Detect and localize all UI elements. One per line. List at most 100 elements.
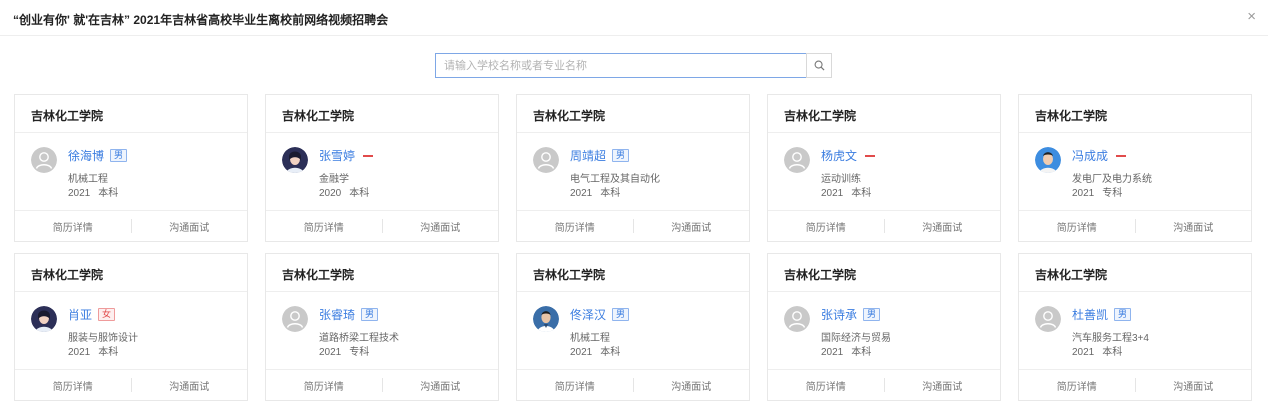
- degree: 专科: [1102, 188, 1123, 199]
- name-row: 周靖超 男: [570, 147, 630, 164]
- card-actions: 简历详情 沟通面试: [1019, 370, 1251, 400]
- name-row: 杜善凯 男: [1072, 306, 1132, 323]
- candidate-major: 服装与服饰设计: [68, 333, 138, 344]
- interview-button[interactable]: 沟通面试: [633, 378, 749, 393]
- candidate-year-degree: 2021 本科: [68, 184, 118, 199]
- degree: 本科: [98, 188, 119, 199]
- candidate-year-degree: 2021 专科: [319, 343, 369, 358]
- avatar: [282, 306, 308, 332]
- candidate-card: 吉林化工学院 杨虎文 运动训练 2021 本科 简历详情 沟通面试: [767, 94, 1001, 242]
- candidate-name-link[interactable]: 佟泽汉: [570, 306, 606, 323]
- graduation-year: 2020: [319, 188, 342, 199]
- candidate-year-degree: 2021 本科: [821, 343, 871, 358]
- name-row: 张雪婷: [319, 147, 374, 164]
- candidate-name-link[interactable]: 杨虎文: [821, 147, 857, 164]
- interview-button[interactable]: 沟通面试: [884, 219, 1000, 234]
- degree: 本科: [851, 188, 872, 199]
- name-row: 张诗承 男: [821, 306, 881, 323]
- card-actions: 简历详情 沟通面试: [517, 370, 749, 400]
- degree: 本科: [851, 347, 872, 358]
- candidate-year-degree: 2021 专科: [1072, 184, 1122, 199]
- interview-button[interactable]: 沟通面试: [633, 219, 749, 234]
- school-name: 吉林化工学院: [768, 95, 1000, 133]
- interview-button[interactable]: 沟通面试: [884, 378, 1000, 393]
- interview-button[interactable]: 沟通面试: [382, 378, 498, 393]
- candidate-year-degree: 2021 本科: [821, 184, 871, 199]
- gender-badge: 男: [361, 308, 379, 321]
- candidate-name-link[interactable]: 张雪婷: [319, 147, 355, 164]
- degree: 本科: [1102, 347, 1123, 358]
- school-name: 吉林化工学院: [1019, 254, 1251, 292]
- avatar: [1035, 147, 1061, 173]
- resume-detail-button[interactable]: 简历详情: [266, 378, 382, 393]
- candidate-major: 国际经济与贸易: [821, 333, 891, 344]
- candidate-card: 吉林化工学院 杜善凯 男 汽车服务工程3+4 2021 本科 简历详情 沟通面试: [1018, 253, 1252, 401]
- interview-button[interactable]: 沟通面试: [1135, 219, 1251, 234]
- candidate-card: 吉林化工学院 张雪婷 金融学 2020 本科 简历详情 沟通面试: [265, 94, 499, 242]
- search-icon: [814, 60, 825, 71]
- graduation-year: 2021: [68, 188, 91, 199]
- avatar: [31, 147, 57, 173]
- candidate-name-link[interactable]: 杜善凯: [1072, 306, 1108, 323]
- avatar: [784, 147, 810, 173]
- candidate-name-link[interactable]: 徐海博: [68, 147, 104, 164]
- search-input[interactable]: [435, 53, 806, 78]
- dialog-header: “创业有你' 就'在吉林” 2021年吉林省高校毕业生离校前网络视频招聘会 ×: [0, 0, 1268, 36]
- candidate-year-degree: 2020 本科: [319, 184, 369, 199]
- graduation-year: 2021: [1072, 188, 1095, 199]
- resume-detail-button[interactable]: 简历详情: [15, 378, 131, 393]
- candidate-info: 周靖超 男 电气工程及其自动化 2021 本科: [517, 133, 749, 211]
- interview-button[interactable]: 沟通面试: [131, 378, 247, 393]
- candidate-card: 吉林化工学院 徐海博 男 机械工程 2021 本科 简历详情 沟通面试: [14, 94, 248, 242]
- graduation-year: 2021: [821, 188, 844, 199]
- interview-button[interactable]: 沟通面试: [382, 219, 498, 234]
- candidate-card: 吉林化工学院 肖亚 女 服装与服饰设计 2021 本科 简历详情 沟通面试: [14, 253, 248, 401]
- name-row: 肖亚 女: [68, 306, 116, 323]
- avatar: [784, 306, 810, 332]
- candidate-name-link[interactable]: 张诗承: [821, 306, 857, 323]
- resume-detail-button[interactable]: 简历详情: [1019, 219, 1135, 234]
- card-actions: 简历详情 沟通面试: [768, 370, 1000, 400]
- school-name: 吉林化工学院: [15, 254, 247, 292]
- school-name: 吉林化工学院: [266, 254, 498, 292]
- card-actions: 简历详情 沟通面试: [15, 211, 247, 241]
- resume-detail-button[interactable]: 简历详情: [266, 219, 382, 234]
- candidate-info: 杜善凯 男 汽车服务工程3+4 2021 本科: [1019, 292, 1251, 370]
- gender-badge: 女: [98, 308, 116, 321]
- resume-detail-button[interactable]: 简历详情: [1019, 378, 1135, 393]
- candidate-name-link[interactable]: 张睿琦: [319, 306, 355, 323]
- candidate-card: 吉林化工学院 张睿琦 男 道路桥梁工程技术 2021 专科 简历详情 沟通面试: [265, 253, 499, 401]
- name-row: 徐海博 男: [68, 147, 128, 164]
- resume-detail-button[interactable]: 简历详情: [517, 219, 633, 234]
- interview-button[interactable]: 沟通面试: [1135, 378, 1251, 393]
- candidate-card: 吉林化工学院 张诗承 男 国际经济与贸易 2021 本科 简历详情 沟通面试: [767, 253, 1001, 401]
- card-actions: 简历详情 沟通面试: [266, 370, 498, 400]
- school-name: 吉林化工学院: [517, 95, 749, 133]
- interview-button[interactable]: 沟通面试: [131, 219, 247, 234]
- search-button[interactable]: [806, 53, 832, 78]
- graduation-year: 2021: [570, 188, 593, 199]
- resume-detail-button[interactable]: 简历详情: [15, 219, 131, 234]
- candidate-name-link[interactable]: 周靖超: [570, 147, 606, 164]
- gender-badge: 男: [612, 308, 630, 321]
- resume-detail-button[interactable]: 简历详情: [768, 378, 884, 393]
- candidate-year-degree: 2021 本科: [570, 343, 620, 358]
- school-name: 吉林化工学院: [15, 95, 247, 133]
- candidate-info: 肖亚 女 服装与服饰设计 2021 本科: [15, 292, 247, 370]
- close-icon[interactable]: ×: [1247, 9, 1256, 25]
- degree: 专科: [349, 347, 370, 358]
- card-actions: 简历详情 沟通面试: [517, 211, 749, 241]
- avatar: [282, 147, 308, 173]
- candidate-major: 汽车服务工程3+4: [1072, 333, 1149, 344]
- name-row: 杨虎文: [821, 147, 876, 164]
- resume-detail-button[interactable]: 简历详情: [517, 378, 633, 393]
- avatar: [1035, 306, 1061, 332]
- candidate-major: 金融学: [319, 174, 349, 185]
- resume-detail-button[interactable]: 简历详情: [768, 219, 884, 234]
- candidate-card: 吉林化工学院 佟泽汉 男 机械工程 2021 本科 简历详情 沟通面试: [516, 253, 750, 401]
- candidate-name-link[interactable]: 冯成成: [1072, 147, 1108, 164]
- degree: 本科: [600, 188, 621, 199]
- graduation-year: 2021: [821, 347, 844, 358]
- candidate-name-link[interactable]: 肖亚: [68, 306, 92, 323]
- candidate-card: 吉林化工学院 冯成成 发电厂及电力系统 2021 专科 简历详情 沟通面试: [1018, 94, 1252, 242]
